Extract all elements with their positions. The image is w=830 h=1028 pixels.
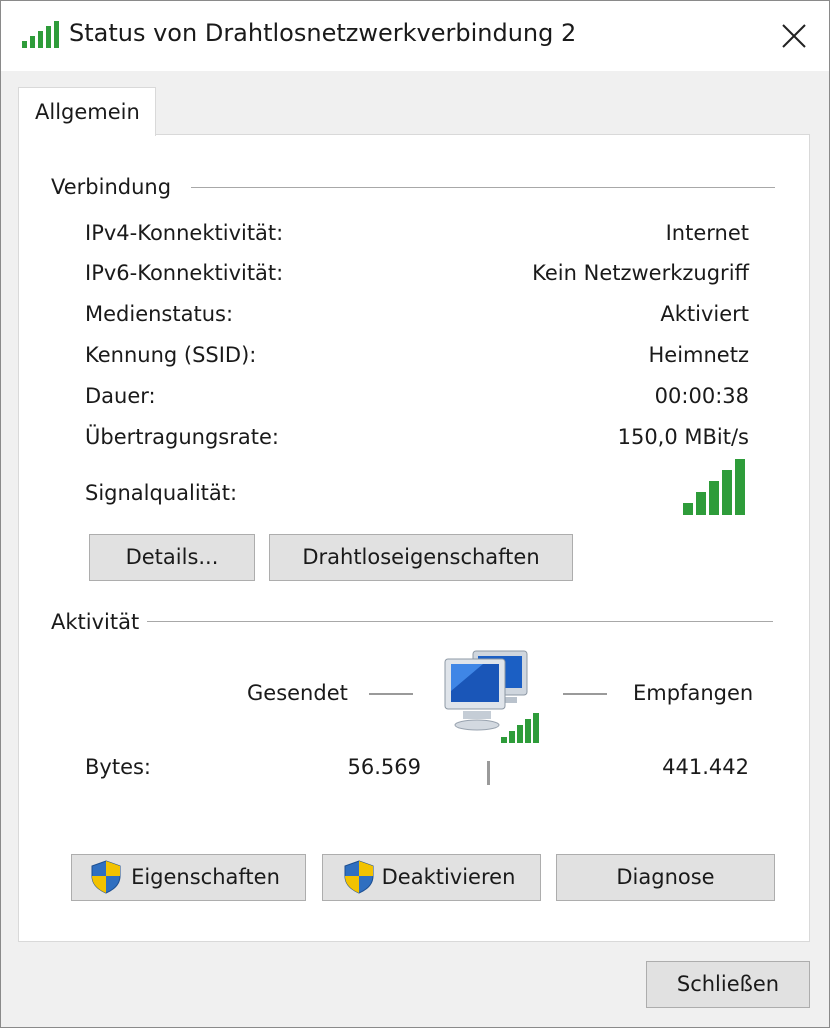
tab-allgemein[interactable]: Allgemein: [18, 87, 156, 136]
ipv6-label: IPv6-Konnektivität:: [85, 261, 284, 285]
uac-shield-icon: [91, 860, 121, 894]
properties-button[interactable]: Eigenschaften: [71, 854, 306, 901]
bytes-sent-value: 56.569: [347, 755, 421, 779]
activity-separator: [487, 761, 490, 785]
signal-bar: [709, 481, 719, 515]
tab-label: Allgemein: [35, 100, 140, 124]
close-dialog-button[interactable]: Schließen: [646, 961, 810, 1008]
sent-line: [369, 693, 413, 695]
sent-label: Gesendet: [247, 681, 348, 705]
media-status-label: Medienstatus:: [85, 302, 234, 326]
deactivate-button[interactable]: Deaktivieren: [322, 854, 541, 901]
bytes-received-value: 441.442: [662, 755, 749, 779]
diagnose-button[interactable]: Diagnose: [556, 854, 775, 901]
network-computers-icon: [444, 650, 539, 743]
bytes-label: Bytes:: [85, 755, 152, 779]
media-status-value: Aktiviert: [660, 302, 749, 326]
connection-divider: [191, 187, 775, 188]
close-button[interactable]: [759, 1, 829, 71]
ssid-label: Kennung (SSID):: [85, 343, 257, 367]
ipv4-label: IPv4-Konnektivität:: [85, 221, 284, 245]
status-dialog: Status von Drahtlosnetzwerkverbindung 2 …: [0, 0, 830, 1028]
wifi-signal-icon: [22, 21, 59, 48]
wireless-properties-button-label: Drahtloseigenschaften: [302, 545, 540, 569]
close-dialog-button-label: Schließen: [676, 972, 780, 996]
received-label: Empfangen: [633, 681, 754, 705]
duration-value: 00:00:38: [654, 384, 749, 408]
title-bar: Status von Drahtlosnetzwerkverbindung 2: [1, 1, 829, 71]
wireless-properties-button[interactable]: Drahtloseigenschaften: [269, 534, 573, 581]
ipv4-value: Internet: [665, 221, 749, 245]
deactivate-button-label: Deaktivieren: [381, 865, 516, 889]
diagnose-button-label: Diagnose: [616, 865, 715, 889]
properties-button-label: Eigenschaften: [131, 865, 280, 889]
signal-strength-icon: [683, 459, 745, 515]
duration-label: Dauer:: [85, 384, 156, 408]
activity-section-title: Aktivität: [51, 610, 146, 634]
signal-bar: [722, 470, 732, 515]
ipv6-value: Kein Netzwerkzugriff: [532, 261, 749, 285]
signal-quality-label: Signalqualität:: [85, 481, 238, 505]
signal-bar: [735, 459, 745, 515]
window-title: Status von Drahtlosnetzwerkverbindung 2: [69, 19, 577, 47]
signal-bar: [683, 503, 693, 515]
received-line: [563, 693, 607, 695]
tab-panel-allgemein: Verbindung IPv4-Konnektivität: Internet …: [18, 134, 810, 942]
details-button[interactable]: Details...: [89, 534, 255, 581]
close-icon: [782, 24, 806, 48]
details-button-label: Details...: [125, 545, 219, 569]
activity-divider: [147, 621, 773, 622]
connection-section-title: Verbindung: [51, 175, 178, 199]
ssid-value: Heimnetz: [648, 343, 750, 367]
signal-bar: [696, 492, 706, 515]
uac-shield-icon: [344, 860, 374, 894]
transfer-rate-label: Übertragungsrate:: [85, 425, 279, 449]
transfer-rate-value: 150,0 MBit/s: [617, 425, 749, 449]
